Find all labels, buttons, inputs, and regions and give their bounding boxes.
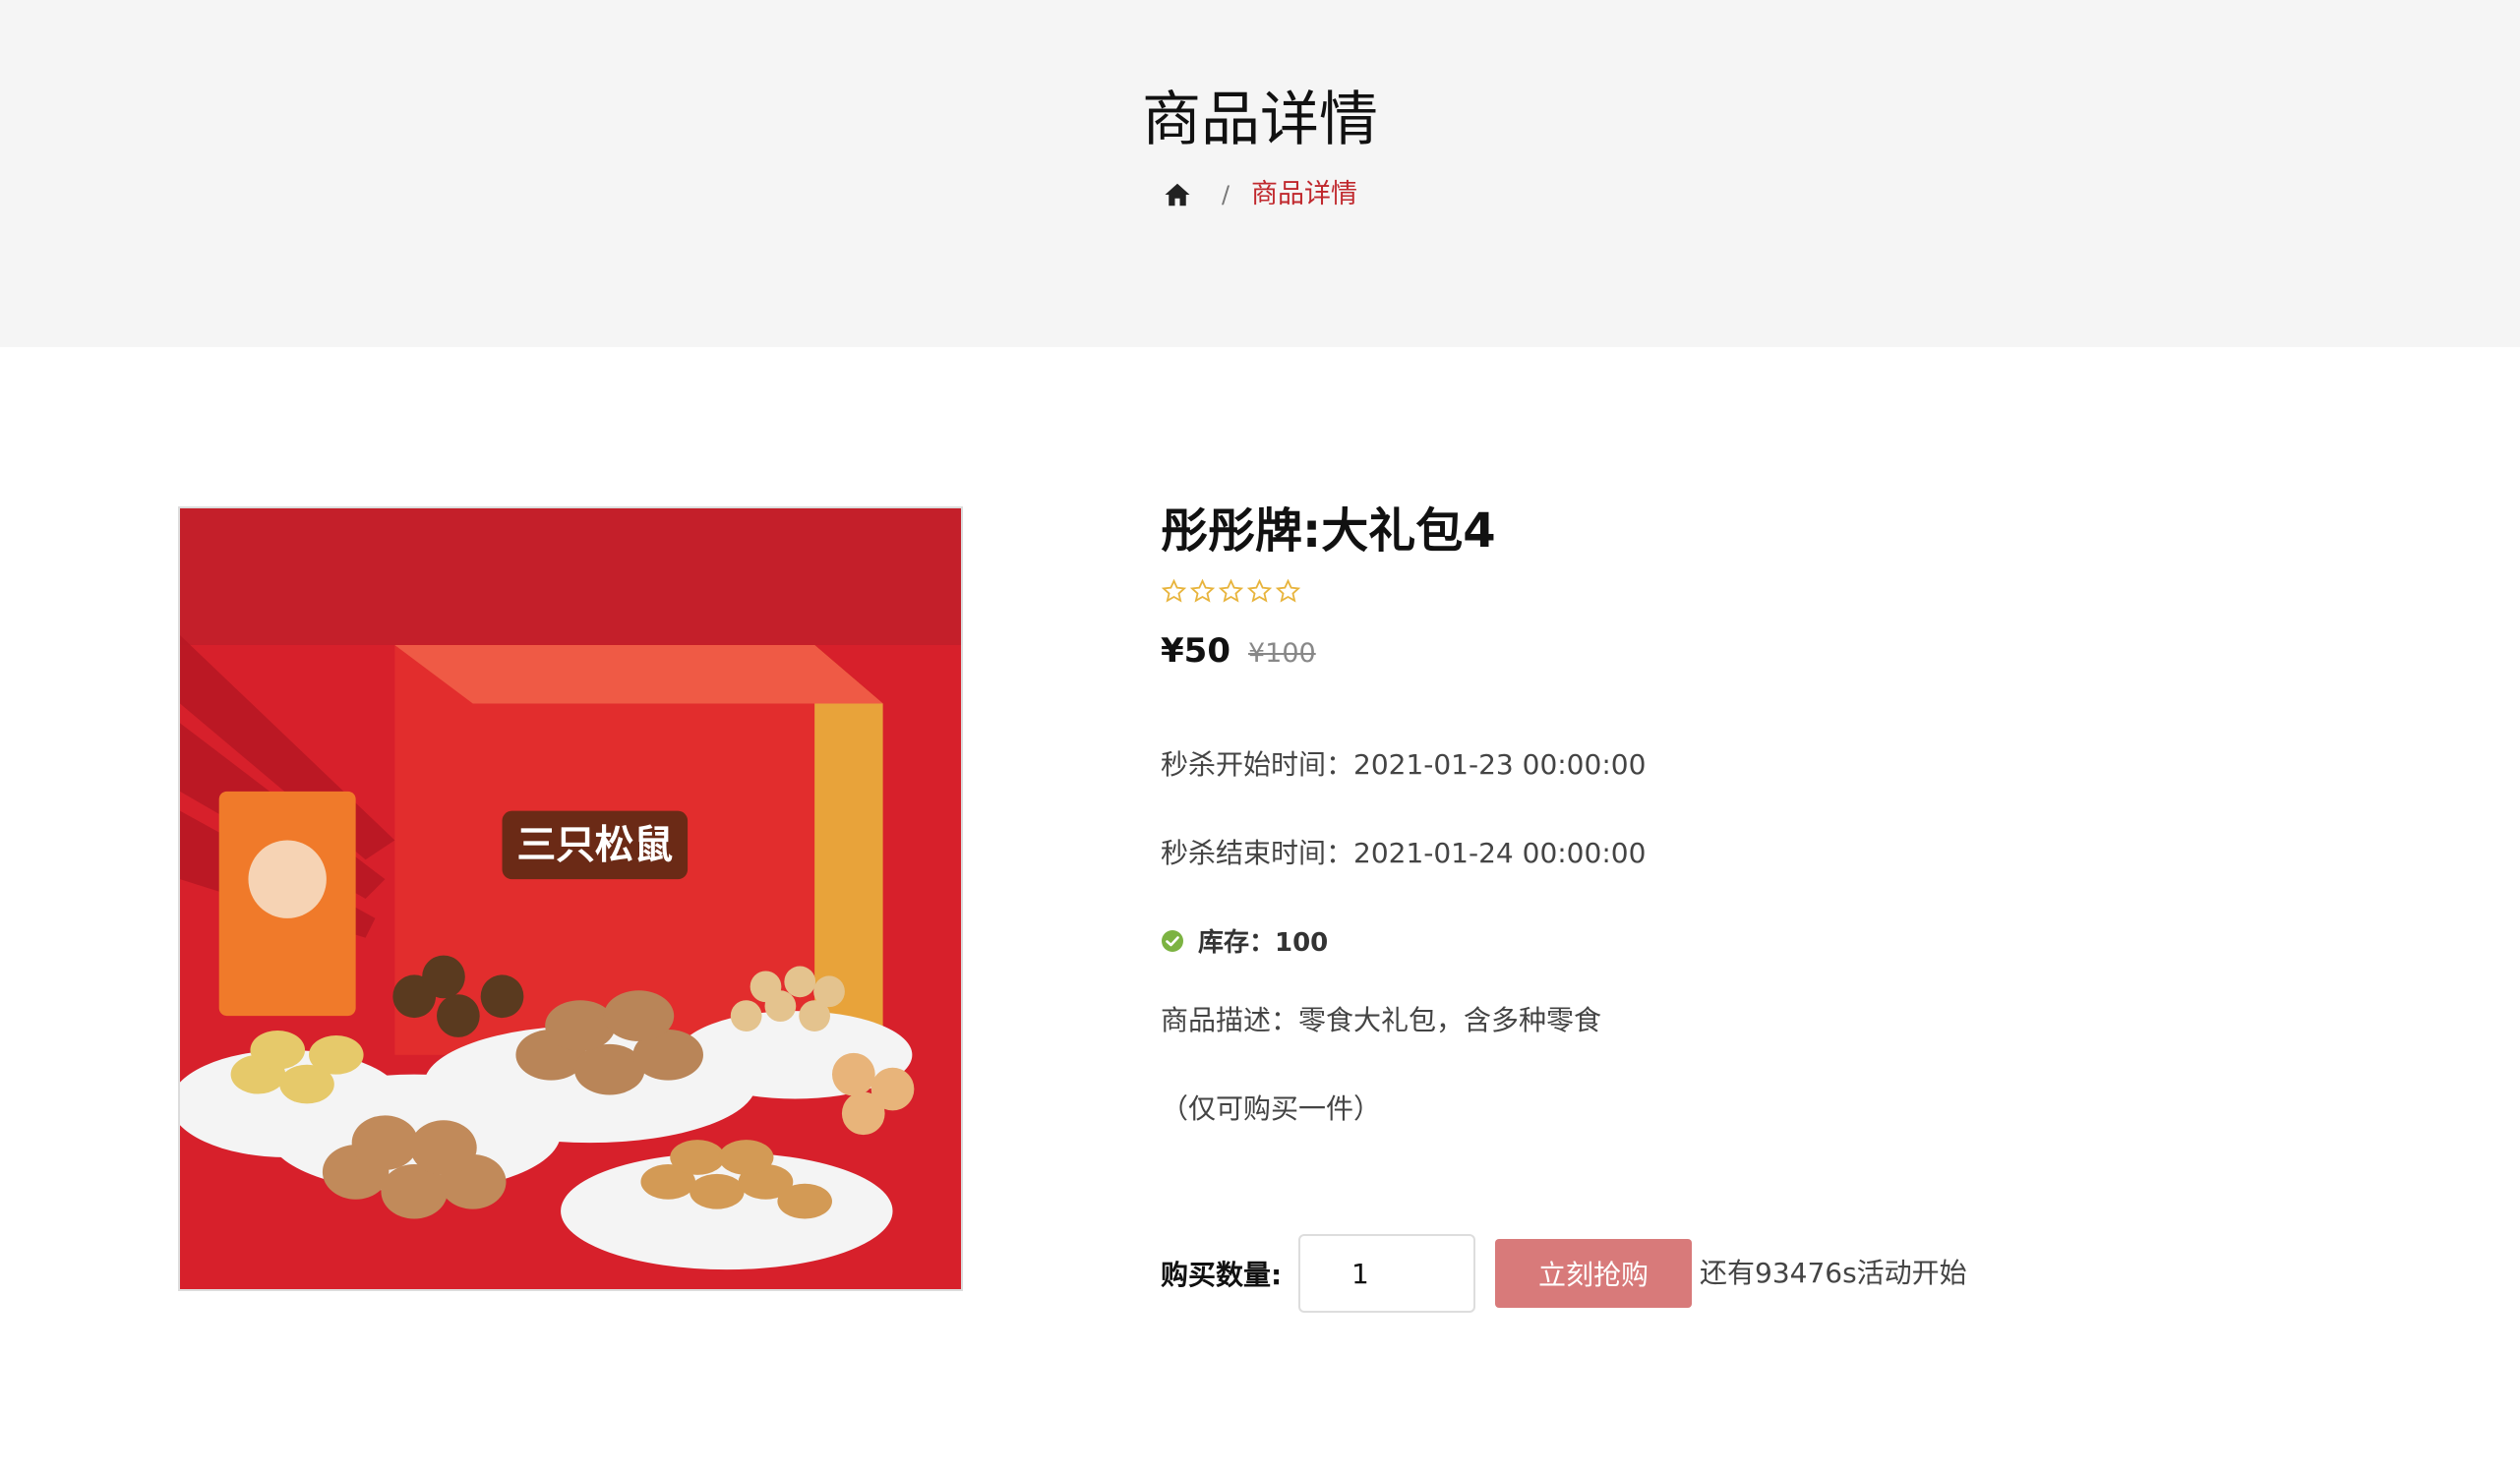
countdown-text: 还有93476s活动开始 [1700, 1257, 1967, 1289]
breadcrumb-current: 商品详情 [1251, 179, 1358, 209]
rating-stars [1161, 578, 1301, 605]
quantity-label: 购买数量: [1161, 1259, 1283, 1291]
buy-now-button[interactable]: 立刻抢购 [1495, 1239, 1692, 1308]
price-original: ¥100 [1247, 638, 1316, 669]
home-icon[interactable] [1163, 180, 1192, 209]
purchase-limit-note: （仅可购买一件） [1161, 1092, 1382, 1125]
star-outline-icon [1246, 578, 1273, 605]
product-image: 三只松鼠 [178, 506, 963, 1291]
page-title: 商品详情 [1142, 86, 1378, 154]
price-current: ¥50 [1161, 631, 1230, 671]
quantity-input[interactable] [1298, 1234, 1475, 1313]
breadcrumb: / 商品详情 [0, 175, 2520, 214]
stock-row: 库存：100 [1161, 922, 1328, 959]
product-name: 彤彤牌:大礼包4 [1161, 503, 1496, 559]
star-outline-icon [1161, 578, 1187, 605]
image-brand-text: 三只松鼠 [516, 822, 673, 867]
stock-label: 库存：100 [1198, 928, 1329, 958]
price-row: ¥50 ¥100 [1161, 631, 1316, 671]
seckill-end-time: 秒杀结束时间：2021-01-24 00:00:00 [1161, 837, 1647, 869]
check-circle-icon [1161, 929, 1184, 953]
product-description: 商品描述：零食大礼包，含多种零食 [1161, 1004, 1602, 1036]
star-outline-icon [1189, 578, 1216, 605]
star-outline-icon [1218, 578, 1244, 605]
page-header: 商品详情 / 商品详情 [0, 0, 2520, 347]
breadcrumb-separator: / [1221, 181, 1230, 208]
star-outline-icon [1275, 578, 1301, 605]
seckill-start-time: 秒杀开始时间：2021-01-23 00:00:00 [1161, 748, 1647, 781]
